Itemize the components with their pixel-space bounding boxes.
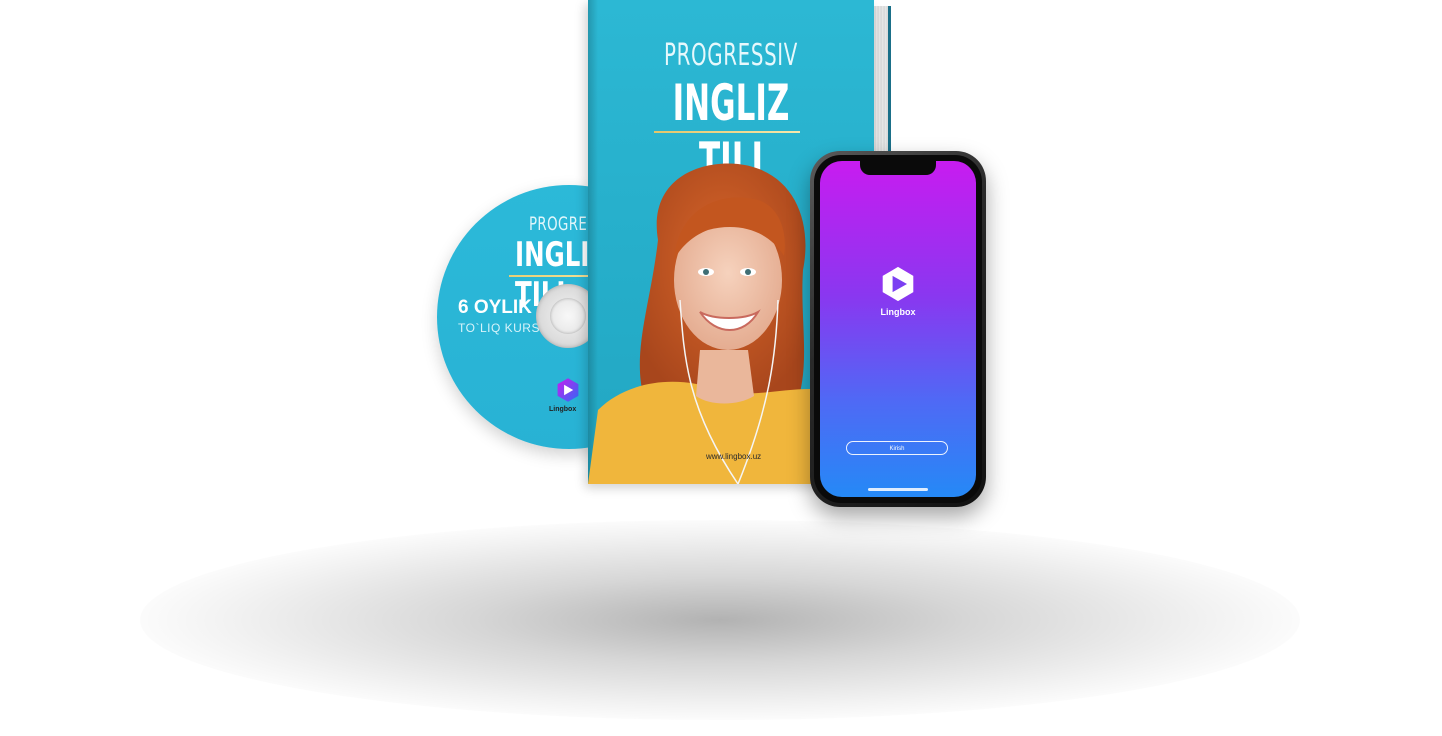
cd-brand-name: Lingbox — [549, 406, 577, 413]
phone-notch — [860, 161, 936, 175]
book-website: www.lingbox.uz — [706, 452, 762, 461]
book-divider — [654, 131, 800, 133]
floor-shadow — [140, 520, 1300, 720]
phone-brand-name: Lingbox — [880, 307, 916, 317]
product-mockup-scene: PROGRESSIV INGLIZ TILI 6 OYLIK TO`LIQ KU… — [0, 0, 1442, 736]
cd-course-label: TO`LIQ KURS — [458, 321, 540, 335]
home-indicator[interactable] — [868, 488, 928, 491]
book-title-small: PROGRESSIV — [663, 38, 799, 73]
cd-months-label: 6 OYLIK — [458, 297, 532, 318]
lingbox-logo-icon — [882, 266, 914, 302]
login-button[interactable]: Kirish — [846, 441, 948, 455]
phone-screen: Lingbox Kirish — [820, 161, 976, 497]
lingbox-logo-icon — [557, 378, 579, 402]
cd-hub-hole — [550, 298, 586, 334]
smartphone: Lingbox Kirish — [810, 151, 986, 507]
